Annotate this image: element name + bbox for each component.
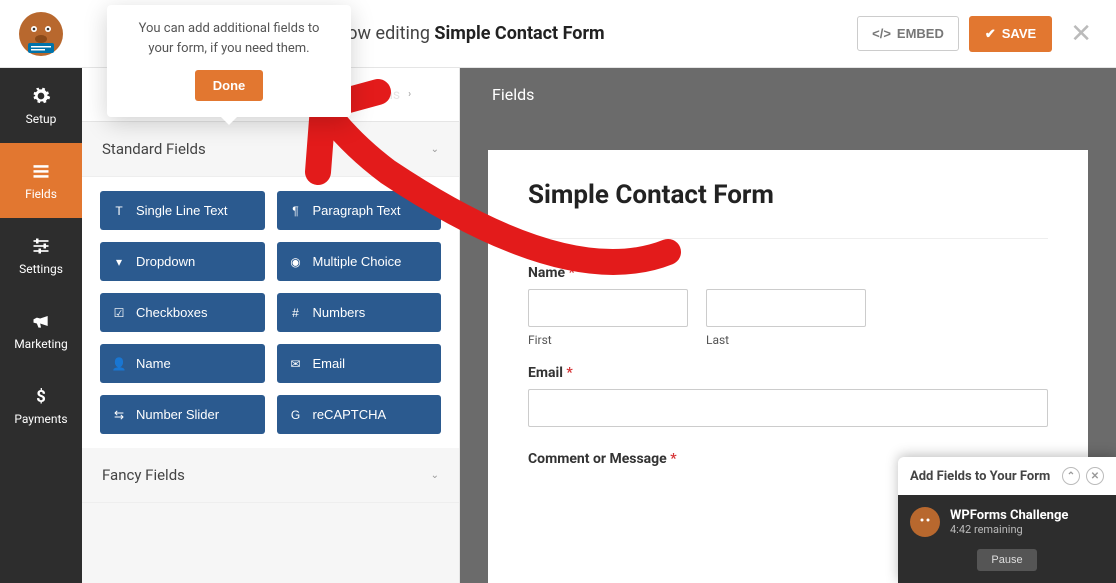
slider-icon: ⇆: [112, 408, 126, 422]
field-recaptcha[interactable]: GreCAPTCHA: [277, 395, 442, 434]
challenge-remaining: 4:42 remaining: [950, 523, 1068, 536]
section-standard-fields[interactable]: Standard Fields ⌄: [82, 122, 459, 177]
challenge-avatar-icon: [910, 507, 940, 537]
close-challenge-icon[interactable]: ✕: [1086, 467, 1104, 485]
first-sublabel: First: [528, 333, 688, 347]
list-icon: [31, 161, 51, 181]
sidebar-item-settings[interactable]: Settings: [0, 218, 82, 293]
challenge-title: WPForms Challenge: [950, 508, 1068, 523]
save-button[interactable]: ✔ SAVE: [969, 16, 1052, 52]
field-paragraph-text[interactable]: ¶Paragraph Text: [277, 191, 442, 230]
onboarding-tooltip: You can add additional fields to your fo…: [107, 5, 351, 117]
field-numbers[interactable]: #Numbers: [277, 293, 442, 332]
dollar-icon: $: [31, 386, 51, 406]
email-input[interactable]: [528, 389, 1048, 427]
recaptcha-icon: G: [289, 408, 303, 422]
section-fancy-fields[interactable]: Fancy Fields ⌄: [82, 448, 459, 503]
field-multiple-choice[interactable]: ◉Multiple Choice: [277, 242, 442, 281]
field-name[interactable]: 👤Name: [100, 344, 265, 383]
sidebar-item-payments[interactable]: $ Payments: [0, 368, 82, 443]
challenge-body: WPForms Challenge 4:42 remaining Pause: [898, 495, 1116, 583]
challenge-header: Add Fields to Your Form ⌃ ✕: [898, 457, 1116, 495]
first-name-input[interactable]: [528, 289, 688, 327]
chevron-right-icon: ›: [408, 89, 411, 100]
left-panel: Add Fields ⌄ Field Options › Standard Fi…: [82, 68, 460, 583]
divider: [528, 238, 1048, 239]
sidebar-item-fields[interactable]: Fields: [0, 143, 82, 218]
minimize-icon[interactable]: ⌃: [1062, 467, 1080, 485]
embed-button[interactable]: </> EMBED: [857, 16, 959, 51]
sidebar-item-setup[interactable]: Setup: [0, 68, 82, 143]
last-sublabel: Last: [706, 333, 866, 347]
field-email[interactable]: ✉Email: [277, 344, 442, 383]
preview-tab-fields[interactable]: Fields: [460, 68, 1116, 120]
user-icon: 👤: [112, 357, 126, 371]
sliders-icon: [31, 236, 51, 256]
last-name-input[interactable]: [706, 289, 866, 327]
chevron-down-icon: ⌄: [431, 144, 439, 155]
code-icon: </>: [872, 26, 891, 41]
mail-icon: ✉: [289, 357, 303, 371]
sidebar: Setup Fields Settings Marketing $ Paymen…: [0, 68, 82, 583]
done-button[interactable]: Done: [195, 70, 264, 101]
close-icon[interactable]: ✕: [1062, 19, 1100, 49]
svg-text:$: $: [36, 387, 46, 405]
field-single-line-text[interactable]: TSingle Line Text: [100, 191, 265, 230]
pause-button[interactable]: Pause: [977, 549, 1036, 571]
standard-fields-grid: TSingle Line Text ¶Paragraph Text ▾Dropd…: [82, 177, 459, 448]
field-number-slider[interactable]: ⇆Number Slider: [100, 395, 265, 434]
form-title: Simple Contact Form: [528, 180, 1048, 210]
tooltip-text: You can add additional fields to your fo…: [125, 19, 333, 58]
radio-icon: ◉: [289, 255, 303, 269]
check-icon: ☑: [112, 306, 126, 320]
wpforms-logo: [0, 0, 82, 68]
chevron-down-icon: ⌄: [431, 470, 439, 481]
paragraph-icon: ¶: [289, 204, 303, 218]
field-checkboxes[interactable]: ☑Checkboxes: [100, 293, 265, 332]
hash-icon: #: [289, 306, 303, 320]
email-label: Email *: [528, 365, 1048, 381]
dropdown-icon: ▾: [112, 255, 126, 269]
sidebar-item-marketing[interactable]: Marketing: [0, 293, 82, 368]
bullhorn-icon: [31, 311, 51, 331]
name-label: Name *: [528, 265, 1048, 281]
name-row: First Last: [528, 289, 1048, 347]
check-icon: ✔: [985, 26, 996, 42]
top-actions: </> EMBED ✔ SAVE ✕: [857, 16, 1116, 52]
text-icon: T: [112, 204, 126, 218]
challenge-widget: Add Fields to Your Form ⌃ ✕ WPForms Chal…: [898, 457, 1116, 583]
field-dropdown[interactable]: ▾Dropdown: [100, 242, 265, 281]
gear-icon: [31, 86, 51, 106]
